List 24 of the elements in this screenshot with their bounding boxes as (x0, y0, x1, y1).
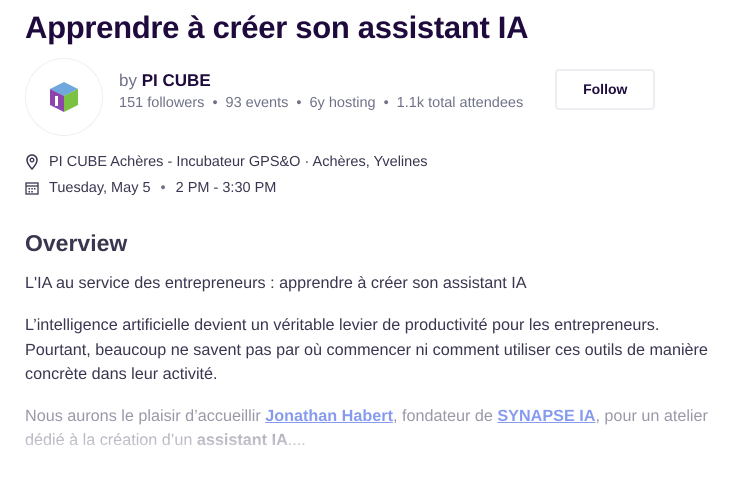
organizer-stat: 1.1k total attendees (396, 95, 524, 111)
organizer-name: by PI CUBE (119, 71, 212, 91)
inline-link[interactable]: SYNAPSE IA (497, 407, 596, 426)
location-pin-icon (25, 154, 39, 170)
separator-dot: • (212, 95, 218, 111)
separator-dot: • (296, 95, 302, 111)
event-location: PI CUBE Achères - Incubateur GPS&O · Achères, Yvelines (49, 154, 428, 170)
description-paragraph: L'IA au service des entrepreneurs : apprendre à créer son assistant IA (25, 273, 528, 294)
calendar-icon (25, 181, 39, 195)
inline-link[interactable]: Jonathan Habert (265, 407, 393, 426)
section-heading: Overview (25, 230, 128, 257)
event-title: Apprendre à créer son assistant IA (25, 10, 530, 46)
event-time: 2 PM - 3:30 PM (176, 180, 276, 196)
separator-dot: • (160, 180, 166, 196)
separator-dot: • (384, 95, 389, 111)
event-date: Tuesday, May 5 (49, 180, 151, 196)
description-paragraph: L’intelligence artificielle devient un véritable levier de productivité pour les entrepreneurs. Pourtant, beaucoup ne savent pas par où commencer ni comment utiliser ces outils de manière concrète dans leur activité. (25, 315, 709, 385)
organizer-stat: 6y hosting (309, 95, 376, 111)
organizer-stat: 151 followers (119, 95, 204, 111)
description-paragraph: Nous aurons le plaisir d’accueillir Jonathan Habert, fondateur de SYNAPSE IA, pour un atelier dédié à la création d’un assistant IA.... (25, 406, 709, 452)
organizer-avatar[interactable] (25, 58, 103, 136)
cube-logo-icon (47, 80, 81, 114)
organizer-stat: 93 events (226, 95, 288, 111)
follow-button[interactable]: Follow (555, 68, 656, 110)
